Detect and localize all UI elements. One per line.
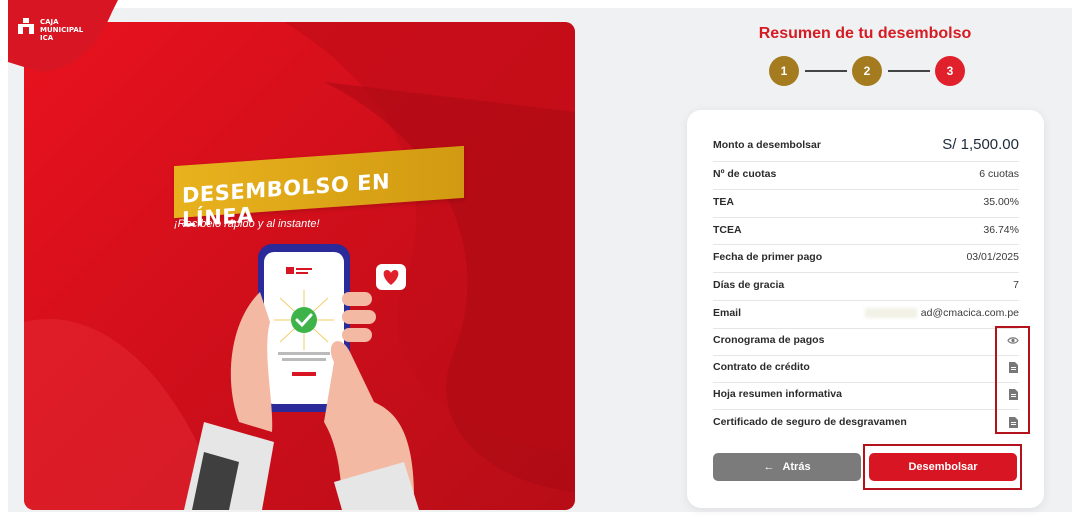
divider [713,382,1019,383]
divider [713,217,1019,218]
arrow-left-icon: ← [763,461,775,473]
row-value: 35.00% [983,196,1019,208]
summary-row-first-payment: Fecha de primer pago 03/01/2025 [713,251,1019,263]
step-2: 2 [852,56,882,86]
row-label: Contrato de crédito [713,361,810,373]
back-button[interactable]: ← Atrás [713,453,861,481]
divider [713,161,1019,162]
divider [713,189,1019,190]
logo-icon [18,18,34,34]
row-label: Días de gracia [713,279,785,291]
step-connector [805,70,847,72]
row-label: Email [713,307,742,319]
row-label: Hoja resumen informativa [713,388,842,400]
email-value-wrap: ad@cmacica.com.pe [864,307,1019,319]
row-value: 6 cuotas [979,168,1019,180]
row-label: Fecha de primer pago [713,251,823,263]
divider [713,244,1019,245]
highlight-box-disburse [863,444,1022,490]
row-value: 03/01/2025 [966,251,1019,263]
divider [713,328,1019,329]
divider [713,409,1019,410]
back-button-label: Atrás [782,461,811,473]
row-label: TEA [713,196,734,208]
row-label: Certificado de seguro de desgravamen [713,416,907,428]
hero-illustration [24,22,575,510]
row-label: Monto a desembolsar [713,138,821,151]
step-connector [888,70,930,72]
row-value: 36.74% [983,224,1019,236]
divider [713,355,1019,356]
row-label: TCEA [713,224,742,236]
row-label: Cronograma de pagos [713,334,825,346]
summary-row-tcea: TCEA 36.74% [713,224,1019,236]
highlight-box-documents [995,326,1030,434]
hero-subtitle: ¡Recíbelo rápido y al instante! [174,218,320,230]
row-label: Nº de cuotas [713,168,777,180]
logo-line-2: MUNICIPAL [40,26,84,34]
step-3: 3 [935,56,965,86]
summary-row-grace-days: Días de gracia 7 [713,279,1019,291]
summary-row-installments: Nº de cuotas 6 cuotas [713,168,1019,180]
document-row-insurance: Certificado de seguro de desgravamen [713,416,1019,428]
row-value: S/ 1,500.00 [942,136,1019,153]
logo-text: CAJA MUNICIPAL ICA [40,18,100,42]
summary-row-amount: Monto a desembolsar S/ 1,500.00 [713,136,1019,153]
row-value: ad@cmacica.com.pe [920,307,1019,319]
summary-title: Resumen de tu desembolso [758,25,972,42]
summary-row-tea: TEA 35.00% [713,196,1019,208]
document-row-contract: Contrato de crédito [713,361,1019,373]
redacted-text [864,308,917,319]
document-row-summary-sheet: Hoja resumen informativa [713,388,1019,400]
row-value: 7 [1013,279,1019,291]
step-1: 1 [769,56,799,86]
document-row-schedule: Cronograma de pagos [713,334,1019,346]
progress-stepper: 1 2 3 [769,56,965,86]
divider [713,272,1019,273]
hero-banner: DESEMBOLSO EN LÍNEA ¡Recíbelo rápido y a… [24,22,575,510]
divider [713,300,1019,301]
logo-line-1: CAJA [40,18,59,26]
summary-row-email: Email ad@cmacica.com.pe [713,307,1019,319]
logo-line-3: ICA [40,34,54,42]
